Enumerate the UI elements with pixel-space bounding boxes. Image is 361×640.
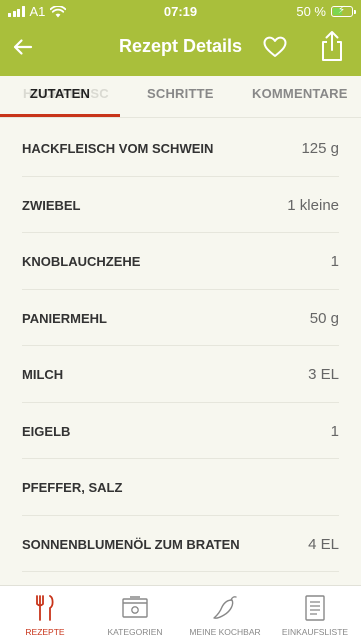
ingredient-list: HACKFLEISCH VOM SCHWEIN 125 g ZWIEBEL 1 …	[0, 120, 361, 572]
ingredient-amount: 125 g	[301, 140, 339, 157]
ingredient-amount: 1 kleine	[287, 196, 339, 214]
ingredient-name: SONNENBLUMENÖL ZUM BRATEN	[22, 536, 240, 552]
navigation-bar: Rezept Details	[0, 24, 361, 72]
bottom-tab-rezepte[interactable]: REZEPTE	[0, 586, 90, 640]
ingredient-name: EIGELB	[22, 423, 71, 439]
ingredient-name: ZWIEBEL	[22, 197, 81, 213]
battery-percent: 50 %	[296, 4, 326, 19]
list-icon	[305, 595, 325, 621]
ingredient-amount: 4 EL	[308, 535, 339, 553]
ingredient-row: KNOBLAUCHZEHE 1	[22, 233, 339, 290]
ingredient-amount: 50 g	[309, 309, 339, 327]
ingredient-name: MILCH	[22, 367, 64, 382]
bottom-tab-label: KATEGORIEN	[107, 627, 163, 637]
favorite-heart-icon[interactable]	[262, 34, 288, 60]
tab-kommentare[interactable]: KOMMENTARE	[252, 86, 348, 101]
ingredient-row: MILCH 3 EL	[22, 346, 339, 403]
status-bar: A1 07:19 50 % ⚡	[0, 0, 361, 24]
ingredient-name: KNOBLAUCHZEHE	[22, 254, 141, 269]
ingredient-name: PFEFFER, SALZ	[22, 480, 123, 495]
ingredient-row: EIGELB 1	[22, 403, 339, 459]
page-title: Rezept Details	[118, 36, 243, 56]
battery-icon: ⚡	[331, 5, 356, 17]
ingredient-row: PANIERMEHL 50 g	[22, 290, 339, 346]
fork-knife-icon	[36, 595, 54, 621]
ingredient-row: HACKFLEISCH VOM SCHWEIN 125 g	[22, 120, 339, 177]
ingredient-amount: 3 EL	[308, 366, 339, 383]
tab-schritte[interactable]: SCHRITTE	[147, 86, 214, 101]
ingredient-amount: 1	[330, 253, 339, 270]
ingredient-row: PFEFFER, SALZ	[22, 459, 339, 516]
bottom-tab-label: EINKAUFSLISTE	[281, 627, 349, 637]
bottom-tab-label: REZEPTE	[25, 627, 65, 637]
bottom-tab-label: MEINE KOCHBAR	[189, 627, 261, 637]
top-header-area: A1 07:19 50 % ⚡ Rezept Details	[0, 0, 361, 76]
share-icon[interactable]	[318, 30, 346, 62]
tray-icon	[122, 596, 148, 618]
bottom-tab-kategorien[interactable]: KATEGORIEN	[90, 586, 180, 640]
ingredient-row: ZWIEBEL 1 kleine	[22, 177, 339, 233]
ingredient-amount: 1	[330, 422, 339, 440]
tab-divider	[0, 117, 361, 118]
ingredient-name: PANIERMEHL	[22, 310, 107, 326]
bottom-tab-bar: REZEPTE KATEGORIEN MEINE KOCHBAR EINKAUF…	[0, 585, 361, 640]
tab-zutaten[interactable]: ZUTATEN	[0, 86, 120, 101]
chili-icon	[213, 596, 237, 619]
ingredient-name: HACKFLEISCH VOM SCHWEIN	[22, 141, 214, 156]
ingredient-row: SONNENBLUMENÖL ZUM BRATEN 4 EL	[22, 516, 339, 572]
tab-bar: HACKFLEISC ZUTATEN SCHRITTE KOMMENTARE	[0, 76, 361, 118]
bottom-tab-einkaufsliste[interactable]: EINKAUFSLISTE	[270, 586, 360, 640]
bottom-tab-meine-kochbar[interactable]: MEINE KOCHBAR	[180, 586, 270, 640]
